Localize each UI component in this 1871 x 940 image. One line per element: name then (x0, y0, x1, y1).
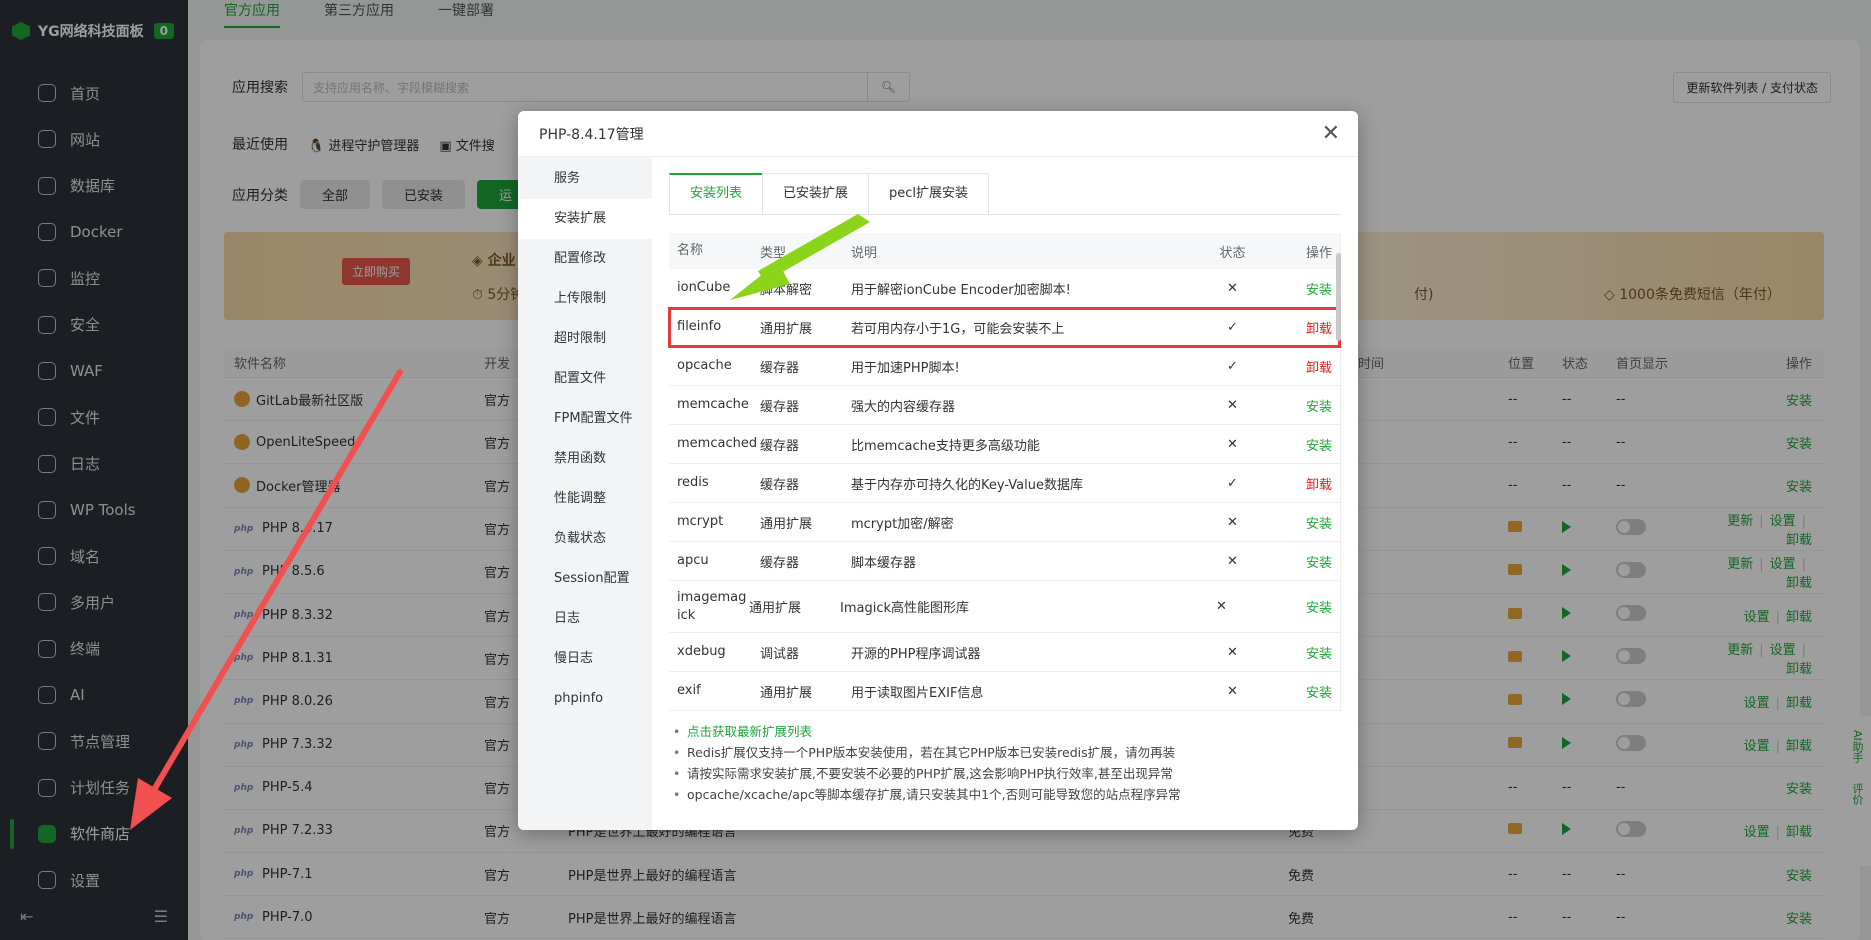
extension-state-icon: ✕ (1227, 280, 1238, 296)
extension-type: 通用扩展 (760, 321, 813, 337)
extension-name: fileinfo (677, 319, 722, 335)
dialog-nav-item[interactable]: phpinfo (518, 679, 652, 719)
dialog-nav-item[interactable]: 日志 (518, 599, 652, 639)
extension-desc: 基于内存亦可持久化的Key-Value数据库 (851, 477, 1083, 493)
extension-state-icon: ✕ (1216, 599, 1227, 614)
extension-desc: Imagick高性能图形库 (840, 601, 970, 616)
extension-desc: 若可用内存小于1G，可能会安装不上 (851, 321, 1065, 337)
dialog-nav-item[interactable]: FPM配置文件 (518, 399, 652, 439)
extension-action-link[interactable]: 安装 (1275, 279, 1340, 298)
extension-table-header: 名称 类型 说明 状态 操作 (669, 233, 1340, 269)
table-scrollbar[interactable] (1336, 253, 1341, 341)
extension-row: exif 通用扩展 用于读取图片EXIF信息 ✕ 安装 (669, 672, 1340, 711)
extension-state-icon: ✕ (1227, 683, 1238, 699)
extension-type: 缓存器 (760, 399, 800, 415)
tab-installed-extensions[interactable]: 已安装扩展 (762, 173, 870, 214)
extension-state-icon: ✕ (1227, 553, 1238, 569)
extension-type: 调试器 (760, 646, 800, 662)
dialog-nav-item[interactable]: 配置修改 (518, 239, 652, 279)
extension-action-link[interactable]: 安装 (1275, 643, 1340, 662)
extension-desc: 开源的PHP程序调试器 (851, 646, 981, 662)
tab-install-list[interactable]: 安装列表 (669, 173, 764, 214)
extension-action-link[interactable]: 卸载 (1275, 474, 1340, 493)
dialog-header: PHP-8.4.17管理 ✕ (518, 111, 1358, 157)
extension-action-link[interactable]: 卸载 (1275, 318, 1340, 337)
extension-name: redis (677, 475, 709, 491)
notes-list: 点击获取最新扩展列表 Redis扩展仅支持一个PHP版本安装使用，若在其它PHP… (669, 721, 1341, 805)
extension-row: imagemagick 通用扩展 Imagick高性能图形库 ✕ 安装 (669, 581, 1340, 633)
extension-type: 通用扩展 (749, 601, 802, 616)
extension-action-link[interactable]: 安装 (1275, 682, 1340, 701)
note-item: 请按实际需求安装扩展,不要安装不必要的PHP扩展,这会影响PHP执行效率,甚至出… (673, 763, 1341, 784)
extension-name: mcrypt (677, 514, 724, 530)
extension-type: 通用扩展 (760, 685, 813, 701)
extension-type: 通用扩展 (760, 516, 813, 532)
dialog-nav-item[interactable]: 配置文件 (518, 359, 652, 399)
extension-desc: 强大的内容缓存器 (851, 399, 956, 415)
extension-row: memcache 缓存器 强大的内容缓存器 ✕ 安装 (669, 386, 1340, 425)
extension-row: opcache 缓存器 用于加速PHP脚本! ✓ 卸载 (669, 347, 1340, 386)
dialog-nav-item[interactable]: 上传限制 (518, 279, 652, 319)
extension-name: ionCube (677, 280, 731, 296)
dialog-nav: 服务 安装扩展 配置修改 上传限制 超时限制 配置文件 FPM配置文件 禁用函数 性能调整 负载状… (518, 157, 652, 830)
extension-state-icon: ✕ (1227, 436, 1238, 452)
extension-name: opcache (677, 358, 732, 374)
extension-type: 缓存器 (760, 555, 800, 571)
extension-table: 名称 类型 说明 状态 操作 ionCube 脚本解密 用于解密ionCube … (668, 233, 1341, 711)
extension-name: memcached (677, 436, 758, 452)
extension-row: fileinfo 通用扩展 若可用内存小于1G，可能会安装不上 ✓ 卸载 (668, 307, 1341, 348)
extension-state-icon: ✕ (1227, 397, 1238, 413)
close-icon[interactable]: ✕ (1322, 122, 1340, 145)
extension-row: redis 缓存器 基于内存亦可持久化的Key-Value数据库 ✓ 卸载 (669, 464, 1340, 503)
extension-row: mcrypt 通用扩展 mcrypt加密/解密 ✕ 安装 (669, 503, 1340, 542)
dialog-nav-item[interactable]: Session配置 (518, 559, 652, 599)
extension-state-icon: ✓ (1227, 475, 1238, 491)
dialog-nav-item[interactable]: 禁用函数 (518, 439, 652, 479)
extension-desc: 用于解密ionCube Encoder加密脚本! (851, 282, 1071, 298)
extension-action-link[interactable]: 卸载 (1275, 357, 1340, 376)
extension-state-icon: ✓ (1227, 319, 1238, 335)
extension-panel: 安装列表 已安装扩展 pecl扩展安装 名称 类型 说明 状态 操作 ionCu… (652, 157, 1358, 830)
dialog-title: PHP-8.4.17管理 (539, 126, 644, 143)
extension-row: apcu 缓存器 脚本缓存器 ✕ 安装 (669, 542, 1340, 581)
dialog-nav-item[interactable]: 安装扩展 (518, 199, 652, 239)
extension-type: 脚本解密 (760, 282, 813, 298)
extension-action-link[interactable]: 安装 (1275, 552, 1340, 571)
dialog-nav-item[interactable]: 慢日志 (518, 639, 652, 679)
dialog-nav-item[interactable]: 服务 (518, 159, 652, 199)
extension-row: ionCube 脚本解密 用于解密ionCube Encoder加密脚本! ✕ … (669, 269, 1340, 308)
extension-state-icon: ✕ (1227, 644, 1238, 660)
dialog-nav-item[interactable]: 超时限制 (518, 319, 652, 359)
extension-name: apcu (677, 553, 709, 569)
extension-desc: 用于读取图片EXIF信息 (851, 685, 984, 701)
extension-name: imagemagick (677, 589, 747, 623)
extension-row: xdebug 调试器 开源的PHP程序调试器 ✕ 安装 (669, 633, 1340, 672)
extension-type: 缓存器 (760, 477, 800, 493)
extension-row: memcached 缓存器 比memcache支持更多高级功能 ✕ 安装 (669, 425, 1340, 464)
note-item: opcache/xcache/apc等脚本缓存扩展,请只安装其中1个,否则可能导… (673, 784, 1341, 805)
tab-pecl-install[interactable]: pecl扩展安装 (868, 173, 990, 214)
extension-name: xdebug (677, 644, 726, 660)
extension-desc: 比memcache支持更多高级功能 (851, 438, 1040, 454)
fetch-latest-extensions-link[interactable]: 点击获取最新扩展列表 (673, 721, 1341, 742)
extension-type: 缓存器 (760, 438, 800, 454)
extension-action-link[interactable]: 安装 (1275, 396, 1340, 415)
extension-desc: mcrypt加密/解密 (851, 516, 954, 532)
extension-state-icon: ✕ (1227, 514, 1238, 530)
dialog-nav-item[interactable]: 负载状态 (518, 519, 652, 559)
extension-desc: 脚本缓存器 (851, 555, 917, 571)
extension-action-link[interactable]: 安装 (1275, 513, 1340, 532)
extension-name: memcache (677, 397, 749, 413)
extension-action-link[interactable]: 安装 (1264, 597, 1340, 616)
extension-tabs: 安装列表 已安装扩展 pecl扩展安装 (669, 173, 1341, 215)
extension-name: exif (677, 683, 701, 699)
extension-action-link[interactable]: 安装 (1275, 435, 1340, 454)
extension-state-icon: ✓ (1227, 358, 1238, 374)
php-manager-dialog: PHP-8.4.17管理 ✕ 服务 安装扩展 配置修改 上传限制 超时限制 配置文件 FPM… (518, 111, 1358, 830)
extension-desc: 用于加速PHP脚本! (851, 360, 960, 376)
dialog-nav-item[interactable]: 性能调整 (518, 479, 652, 519)
note-item: Redis扩展仅支持一个PHP版本安装使用，若在其它PHP版本已安装redis扩… (673, 742, 1341, 763)
extension-type: 缓存器 (760, 360, 800, 376)
